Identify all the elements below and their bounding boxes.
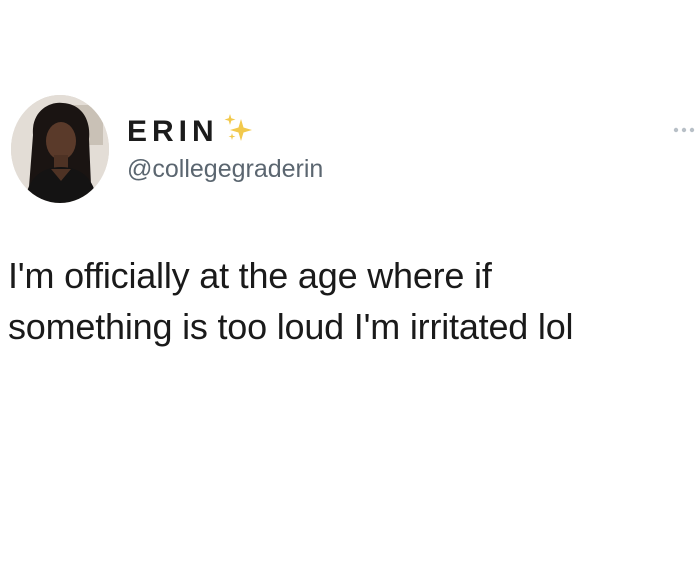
sparkles-icon bbox=[224, 114, 252, 141]
tweet-text: I'm officially at the age where if somet… bbox=[8, 250, 694, 352]
tweet-text-line: I'm officially at the age where if bbox=[8, 255, 492, 296]
avatar[interactable] bbox=[11, 95, 109, 203]
author-name-row: ERIN bbox=[127, 112, 255, 152]
tweet-text-line: something is too loud I'm irritated lol bbox=[8, 306, 574, 347]
display-name[interactable]: ERIN bbox=[127, 117, 219, 147]
profile-photo-icon bbox=[11, 95, 109, 203]
tweet-header: ERIN @collegegraderin bbox=[0, 0, 700, 220]
username[interactable]: @collegegraderin bbox=[127, 154, 323, 184]
more-options-icon[interactable] bbox=[672, 125, 696, 135]
